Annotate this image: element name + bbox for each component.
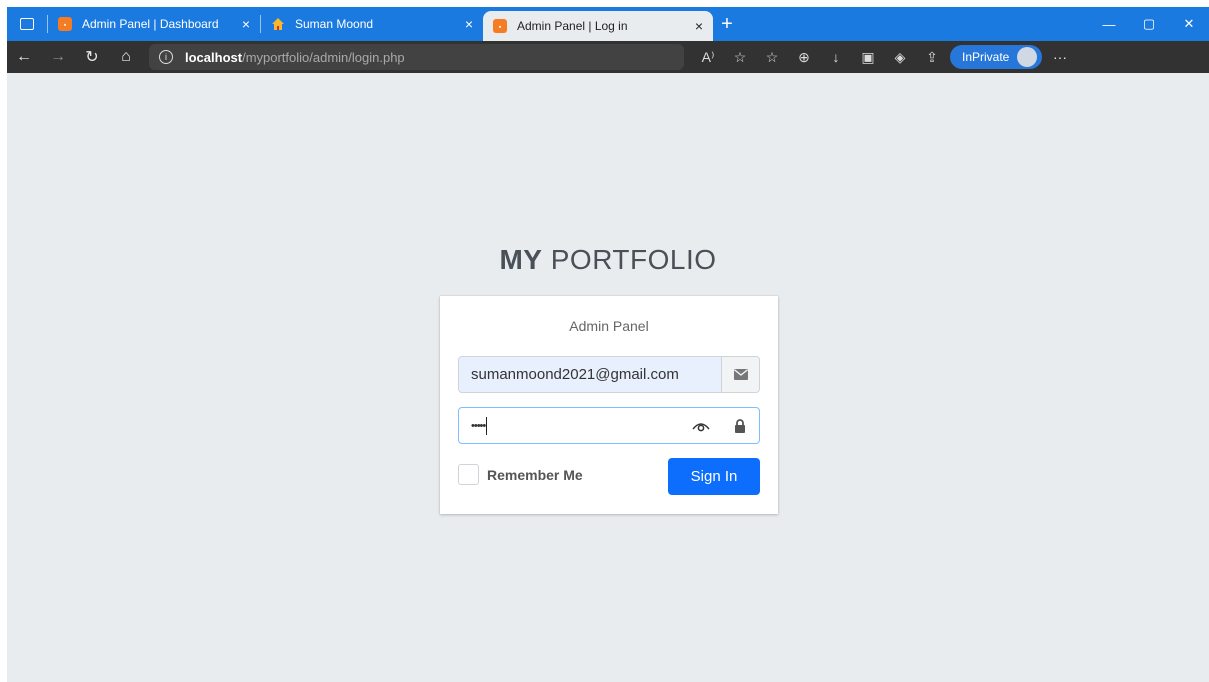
more-menu-icon[interactable]: ··· xyxy=(1042,49,1078,65)
tab-admin-dashboard[interactable]: ꞏ Admin Panel | Dashboard × xyxy=(48,7,260,41)
close-icon[interactable]: × xyxy=(242,16,250,32)
maximize-button[interactable]: ▢ xyxy=(1129,16,1169,32)
favorites-icon[interactable]: ☆ xyxy=(756,49,788,66)
back-icon[interactable]: ← xyxy=(7,48,41,66)
home-icon xyxy=(271,17,285,31)
downloads-icon[interactable]: ↓ xyxy=(820,49,852,65)
tab-actions-icon xyxy=(20,18,34,30)
password-field[interactable]: ••••• xyxy=(459,408,681,443)
lock-icon xyxy=(721,408,759,443)
read-aloud-icon[interactable]: A⁾ xyxy=(692,49,724,66)
avatar xyxy=(1017,47,1038,67)
close-window-button[interactable]: ✕ xyxy=(1169,16,1209,32)
collections-icon[interactable]: ⊕ xyxy=(788,49,820,66)
logo-text: PORTFOLIO xyxy=(542,244,717,275)
site-info-icon[interactable]: i xyxy=(159,50,173,64)
url-field[interactable]: i localhost/myportfolio/admin/login.php xyxy=(149,44,684,70)
inprivate-label: InPrivate xyxy=(962,50,1010,64)
new-tab-button[interactable]: + xyxy=(713,7,741,41)
password-value: ••••• xyxy=(471,419,486,432)
close-icon[interactable]: × xyxy=(465,16,473,32)
logo-bold: MY xyxy=(499,244,543,275)
close-icon[interactable]: × xyxy=(695,18,703,34)
xampp-icon: ꞏ xyxy=(493,19,507,33)
login-card: Admin Panel sumanmoond2021@gmail.com •••… xyxy=(440,296,778,514)
inprivate-badge[interactable]: InPrivate xyxy=(950,45,1042,69)
email-field[interactable]: sumanmoond2021@gmail.com xyxy=(459,357,721,392)
tab-suman-moond[interactable]: Suman Moond × xyxy=(261,7,483,41)
email-input-group: sumanmoond2021@gmail.com xyxy=(458,356,760,393)
browser-essentials-icon[interactable]: ◈ xyxy=(884,49,916,66)
tab-label: Admin Panel | Log in xyxy=(517,19,628,33)
login-logo: MY PORTFOLIO xyxy=(7,244,1209,276)
url-path: /myportfolio/admin/login.php xyxy=(242,49,405,65)
tab-actions-button[interactable] xyxy=(7,7,47,41)
envelope-icon xyxy=(721,357,759,392)
tab-label: Suman Moond xyxy=(295,17,374,31)
login-box-message: Admin Panel xyxy=(569,318,649,334)
password-input-group: ••••• xyxy=(458,407,760,444)
share-icon[interactable]: ⇪ xyxy=(916,49,948,66)
xampp-icon: ꞏ xyxy=(58,17,72,31)
home-button-icon[interactable]: ⌂ xyxy=(109,48,143,66)
sign-in-button[interactable]: Sign In xyxy=(668,458,760,495)
tab-admin-login[interactable]: ꞏ Admin Panel | Log in × xyxy=(483,11,713,41)
refresh-icon[interactable]: ↻ xyxy=(75,47,109,67)
add-favorite-icon[interactable]: ☆ xyxy=(724,49,756,66)
remember-me: Remember Me xyxy=(458,464,583,485)
toolbar: A⁾ ☆ ☆ ⊕ ↓ ▣ ◈ ⇪ xyxy=(692,49,948,66)
screenshot-icon[interactable]: ▣ xyxy=(852,49,884,66)
window-controls: — ▢ ✕ xyxy=(1089,7,1209,41)
forward-icon[interactable]: → xyxy=(41,48,75,66)
url-host: localhost xyxy=(185,49,243,65)
tab-bar: ꞏ Admin Panel | Dashboard × Suman Moond … xyxy=(7,7,1209,41)
remember-me-checkbox[interactable] xyxy=(458,464,479,485)
browser-window: ꞏ Admin Panel | Dashboard × Suman Moond … xyxy=(7,7,1209,682)
address-bar: ← → ↻ ⌂ i localhost/myportfolio/admin/lo… xyxy=(7,41,1209,73)
tab-label: Admin Panel | Dashboard xyxy=(82,17,219,31)
remember-me-label[interactable]: Remember Me xyxy=(487,467,583,483)
minimize-button[interactable]: — xyxy=(1089,17,1129,32)
text-caret xyxy=(486,416,488,435)
reveal-password-icon[interactable] xyxy=(681,408,721,443)
